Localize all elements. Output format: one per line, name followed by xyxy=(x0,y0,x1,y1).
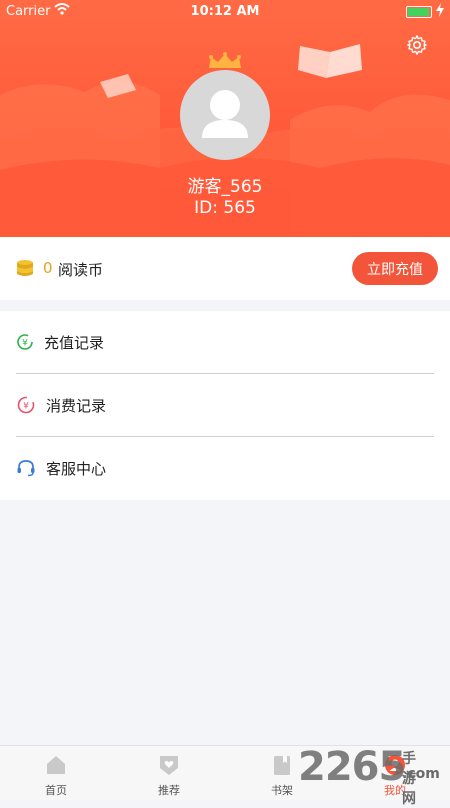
tab-label: 首页 xyxy=(45,784,67,797)
coin-label: 阅读币 xyxy=(58,261,104,279)
menu-item-recharge-record[interactable]: ¥ 充值记录 xyxy=(16,311,434,374)
username: 游客_565 xyxy=(187,177,263,197)
flying-page-decoration xyxy=(100,74,136,98)
tab-recommend[interactable]: 推荐 xyxy=(113,746,225,800)
consume-record-icon: ¥ xyxy=(17,396,35,414)
settings-gear-icon[interactable] xyxy=(406,34,428,56)
tab-label: 推荐 xyxy=(158,784,180,797)
watermark-logo: 2265 手游网 .com xyxy=(298,744,440,807)
user-id: ID: 565 xyxy=(194,198,256,218)
coin-stack-icon xyxy=(17,260,33,276)
flying-book-decoration xyxy=(298,44,362,78)
watermark-main: 2265 xyxy=(298,744,406,790)
menu-item-label: 消费记录 xyxy=(46,397,107,415)
coin-balance-row: 0 阅读币 立即充值 xyxy=(0,237,450,300)
coin-count: 0 xyxy=(43,259,53,277)
avatar[interactable] xyxy=(180,70,270,160)
shield-heart-icon xyxy=(160,756,178,775)
profile-header: Carrier 10:12 AM 游客_565 ID: 565 xyxy=(0,0,450,237)
watermark-bottom: .com xyxy=(402,766,440,782)
status-bar: Carrier 10:12 AM xyxy=(0,0,450,24)
default-user-icon xyxy=(202,90,248,138)
menu-item-label: 充值记录 xyxy=(44,334,105,352)
bookshelf-icon xyxy=(274,756,290,775)
recharge-button[interactable]: 立即充值 xyxy=(352,252,438,285)
menu-item-label: 客服中心 xyxy=(46,460,107,478)
home-icon xyxy=(47,756,65,774)
charging-icon xyxy=(436,3,444,17)
status-time: 10:12 AM xyxy=(190,4,260,19)
menu-item-customer-service[interactable]: 客服中心 xyxy=(16,437,434,499)
recharge-record-icon: ¥ xyxy=(17,334,33,350)
account-menu: ¥ 充值记录 ¥ 消费记录 客服中心 xyxy=(0,311,450,500)
battery-icon xyxy=(406,6,432,18)
crown-icon xyxy=(209,52,241,68)
menu-item-consume-record[interactable]: ¥ 消费记录 xyxy=(16,374,434,437)
tab-home[interactable]: 首页 xyxy=(0,746,112,800)
svg-text:¥: ¥ xyxy=(23,402,29,412)
svg-text:¥: ¥ xyxy=(22,339,28,349)
headset-icon xyxy=(17,460,35,477)
